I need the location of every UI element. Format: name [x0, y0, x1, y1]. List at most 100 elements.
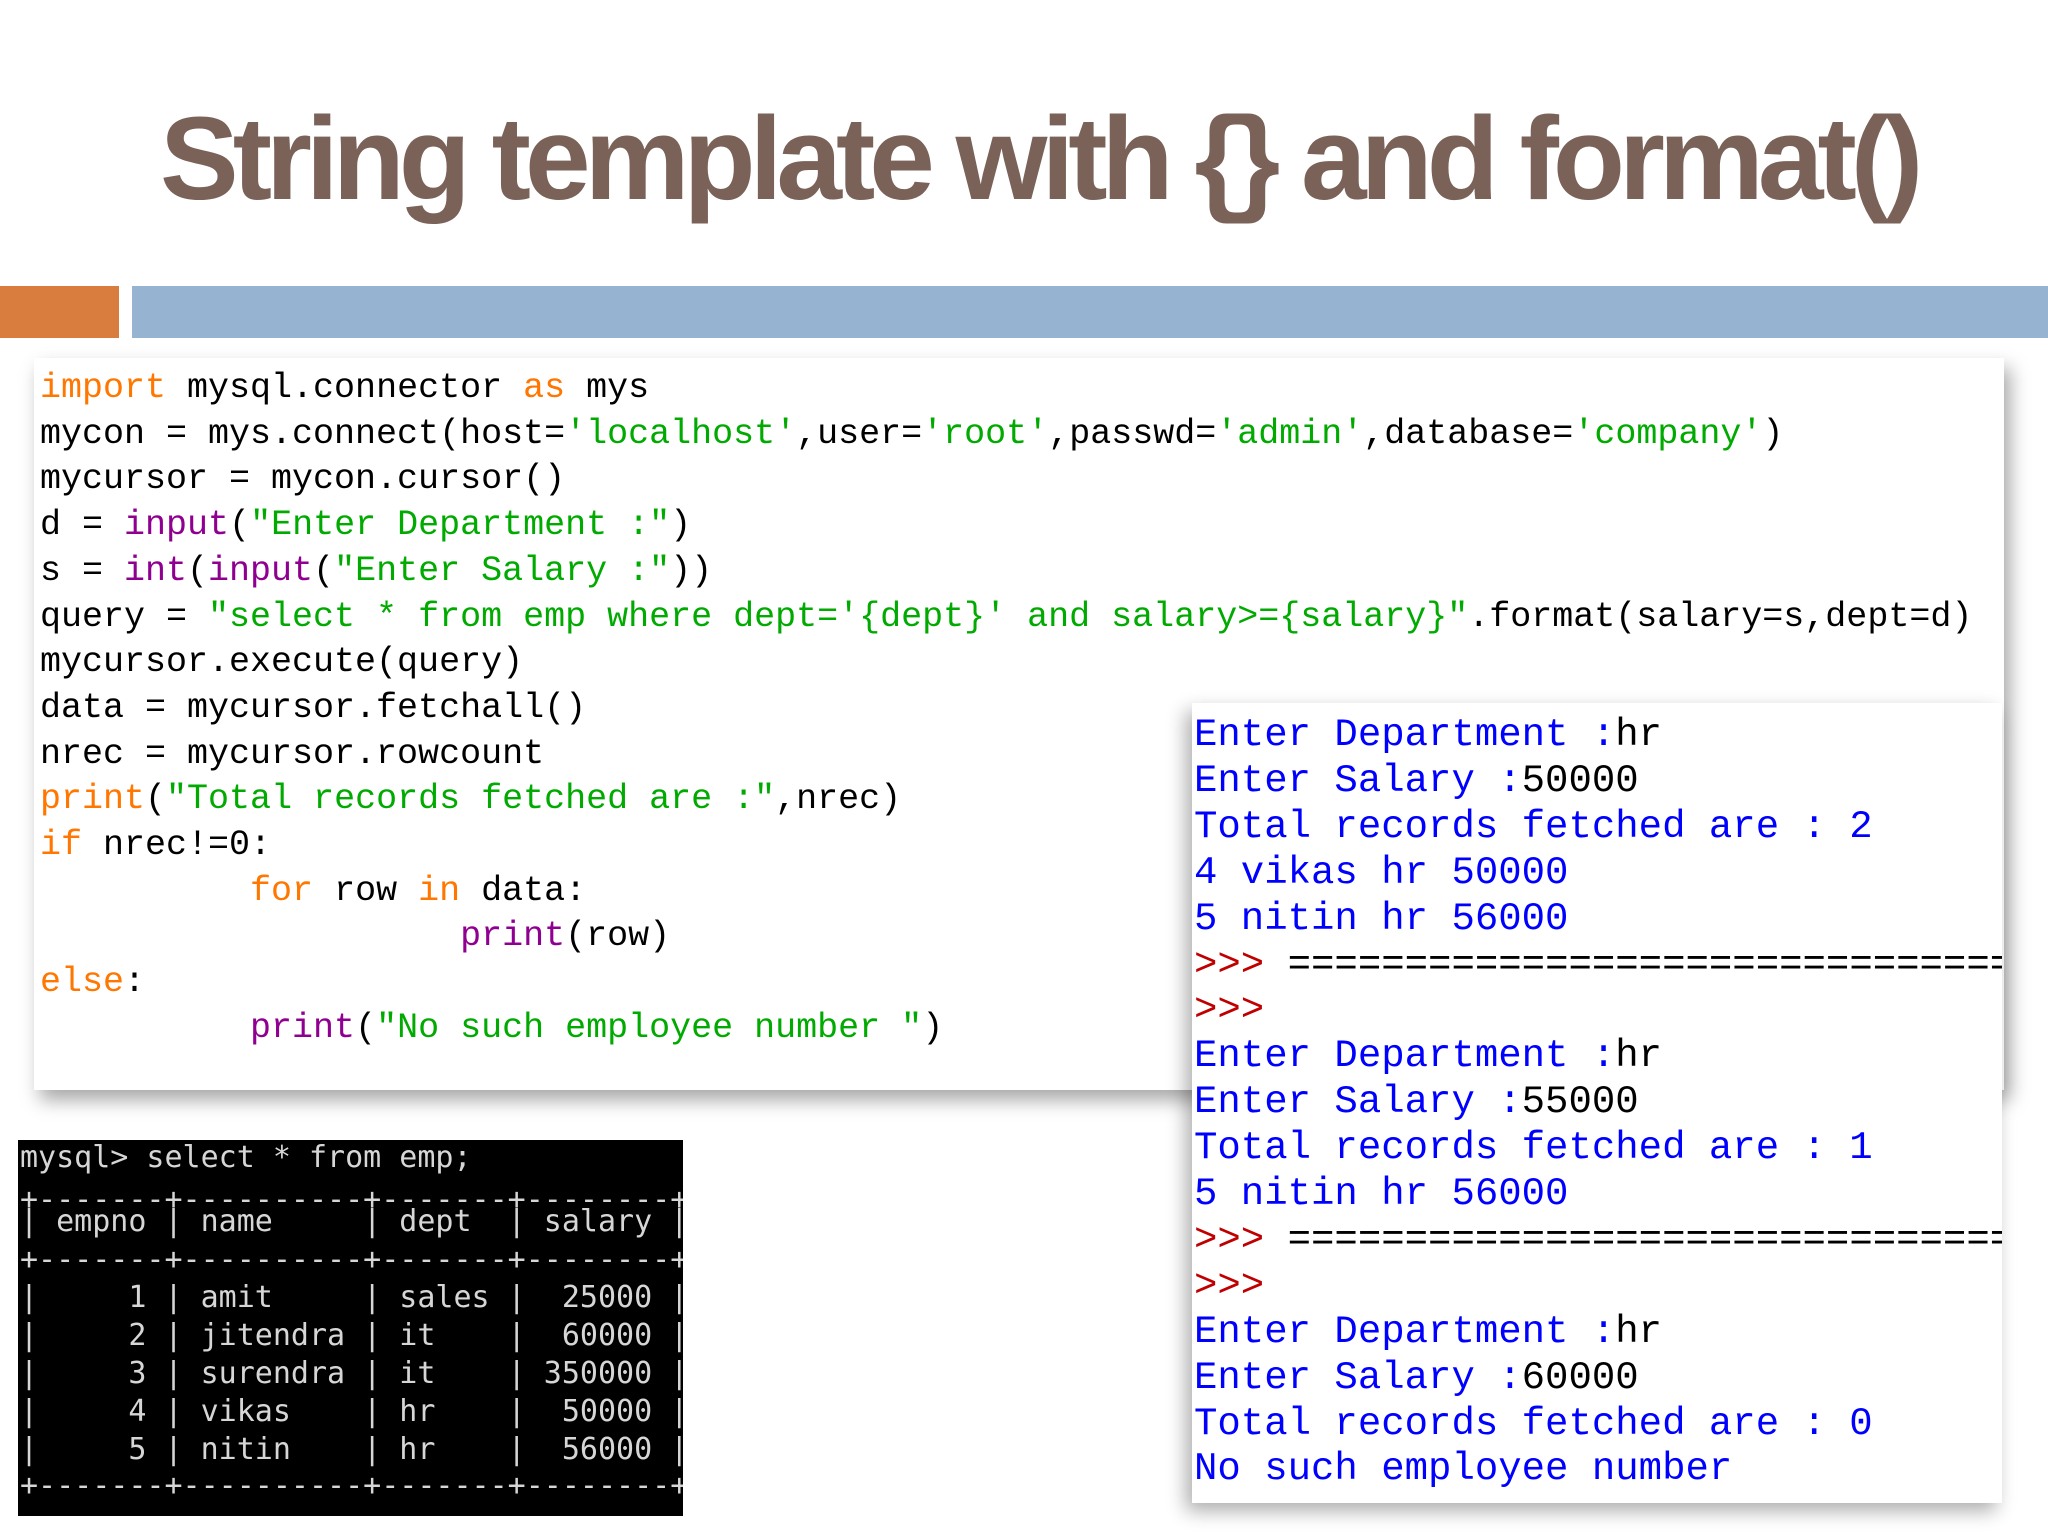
code-token: 'localhost' — [565, 413, 797, 454]
code-token: ( — [145, 779, 167, 820]
code-token: 'admin' — [1216, 413, 1364, 454]
code-token: ( — [229, 505, 251, 546]
output-user-input: 50000 — [1521, 758, 1639, 803]
code-token: ,database= — [1363, 413, 1574, 454]
output-line: Total records fetched are : 2 — [1194, 804, 1873, 849]
code-token: print — [250, 1007, 356, 1048]
code-line: query = "select * from emp where dept='{… — [40, 597, 1972, 637]
code-token: for — [250, 870, 314, 911]
shell-prompt: >>> — [1194, 942, 1265, 987]
code-token: nrec!=0: — [82, 825, 272, 865]
output-line: Enter Salary :50000 — [1194, 759, 1639, 803]
code-token: ) — [670, 505, 692, 546]
output-line: No such employee number — [1194, 1447, 1733, 1492]
code-line: s = int(input("Enter Salary :")) — [40, 551, 712, 591]
code-line: for row in data: — [40, 871, 586, 911]
code-token: row — [313, 870, 419, 911]
mysql-console-panel: mysql> select * from emp; +-------+------… — [18, 1140, 683, 1516]
output-user-input: 60000 — [1521, 1355, 1639, 1400]
code-line: mycon = mys.connect(host='localhost',use… — [40, 414, 1783, 454]
output-user-input: hr — [1615, 1309, 1663, 1354]
code-token: if — [40, 825, 83, 865]
output-prompt-text: Enter Salary : — [1194, 1355, 1522, 1400]
code-token: ,passwd= — [1048, 413, 1217, 454]
code-token: in — [418, 870, 461, 911]
code-line: data = mycursor.fetchall() — [40, 688, 586, 728]
code-line: mycursor = mycon.cursor() — [40, 459, 565, 499]
code-token: "No such employee number " — [376, 1007, 923, 1048]
title-underline-bar — [132, 286, 2048, 338]
output-line: >>> — [1194, 988, 1264, 1032]
mysql-line: | 5 | nitin | hr | 56000 | — [20, 1432, 683, 1467]
code-token: mycursor = mycon.cursor() — [40, 459, 566, 500]
mysql-line: | empno | name | dept | salary | — [20, 1204, 683, 1239]
mysql-line: +-------+----------+-------+--------+ — [20, 1468, 683, 1503]
code-token: nrec = mycursor.rowcount — [40, 733, 545, 774]
code-line: if nrec!=0: — [40, 825, 271, 865]
program-output-panel: Enter Department :hr Enter Salary :50000 T… — [1192, 703, 2002, 1503]
code-token: ) — [922, 1007, 944, 1048]
code-token: mycon = mys.connect(host= — [40, 413, 566, 454]
output-line: Enter Salary :60000 — [1194, 1356, 1639, 1400]
code-token: ( — [187, 550, 209, 591]
mysql-line: | 2 | jitendra | it | 60000 | — [20, 1318, 683, 1353]
code-token: "Enter Salary :" — [334, 550, 671, 591]
code-token: query = — [40, 596, 209, 637]
output-user-input: hr — [1615, 713, 1663, 757]
output-line: 5 nitin hr 56000 — [1194, 896, 1569, 941]
mysql-line: | 4 | vikas | hr | 50000 | — [20, 1394, 683, 1429]
code-token: 'company' — [1573, 413, 1763, 454]
code-line: print("No such employee number ") — [40, 1008, 943, 1048]
code-token: else — [40, 962, 125, 1003]
code-token: mycursor.execute(query) — [40, 642, 524, 683]
code-token: print — [40, 779, 146, 820]
shell-prompt: >>> — [1194, 988, 1265, 1033]
code-token: ( — [313, 550, 335, 591]
mysql-line: mysql> select * from emp; — [20, 1140, 472, 1175]
output-prompt-text: Enter Salary : — [1194, 758, 1522, 803]
code-token: ) — [1762, 413, 1784, 454]
code-token: mysql.connector — [166, 368, 524, 408]
code-line: nrec = mycursor.rowcount — [40, 734, 544, 774]
output-prompt-text: Enter Department : — [1194, 1309, 1616, 1354]
output-line: Enter Department :hr — [1194, 1034, 1662, 1078]
code-token: int — [124, 550, 188, 591]
output-line: 4 vikas hr 50000 — [1194, 850, 1569, 895]
output-line: Enter Department :hr — [1194, 713, 1662, 757]
restart-separator: ================================= — [1264, 942, 2002, 987]
output-line: Enter Department :hr — [1194, 1310, 1662, 1354]
code-token: data: — [460, 870, 587, 911]
output-line: 5 nitin hr 56000 — [1194, 1172, 1569, 1216]
code-token: s = — [40, 550, 125, 591]
code-token: d = — [40, 505, 125, 546]
shell-prompt: >>> — [1194, 1263, 1265, 1308]
shell-prompt: >>> — [1194, 1217, 1265, 1262]
code-line: import mysql.connector as mys — [40, 368, 649, 408]
code-token: "select * from emp where dept='{dept}' a… — [208, 596, 1469, 637]
slide-title: String template with {} and format() — [160, 93, 1923, 225]
code-line: else: — [40, 962, 145, 1002]
output-line: Total records fetched are : 0 — [1194, 1401, 1873, 1446]
mysql-line: | 3 | surendra | it | 350000 | — [20, 1356, 683, 1391]
output-prompt-text: Enter Salary : — [1194, 1080, 1522, 1125]
restart-separator: ================================= — [1264, 1217, 2002, 1262]
output-user-input: 55000 — [1521, 1080, 1639, 1125]
code-token: 'root' — [922, 413, 1049, 454]
output-line: >>> — [1194, 1264, 1264, 1308]
output-prompt-text: Enter Department : — [1194, 1034, 1616, 1079]
code-line: d = input("Enter Department :") — [40, 505, 691, 545]
output-line: >>> ================================= — [1194, 1218, 2002, 1262]
code-token: as — [523, 368, 566, 408]
code-line: print("Total records fetched are :",nrec… — [40, 779, 901, 819]
mysql-line: | 1 | amit | sales | 25000 | — [20, 1280, 683, 1315]
code-token: data = mycursor.fetchall() — [40, 687, 587, 728]
code-line: print(row) — [40, 916, 670, 956]
output-user-input: hr — [1615, 1034, 1663, 1079]
accent-bar — [0, 286, 119, 338]
output-line: >>> ================================= — [1194, 943, 2002, 987]
code-token: .format(salary=s,dept=d) — [1468, 596, 1973, 637]
code-token: print — [460, 916, 566, 957]
